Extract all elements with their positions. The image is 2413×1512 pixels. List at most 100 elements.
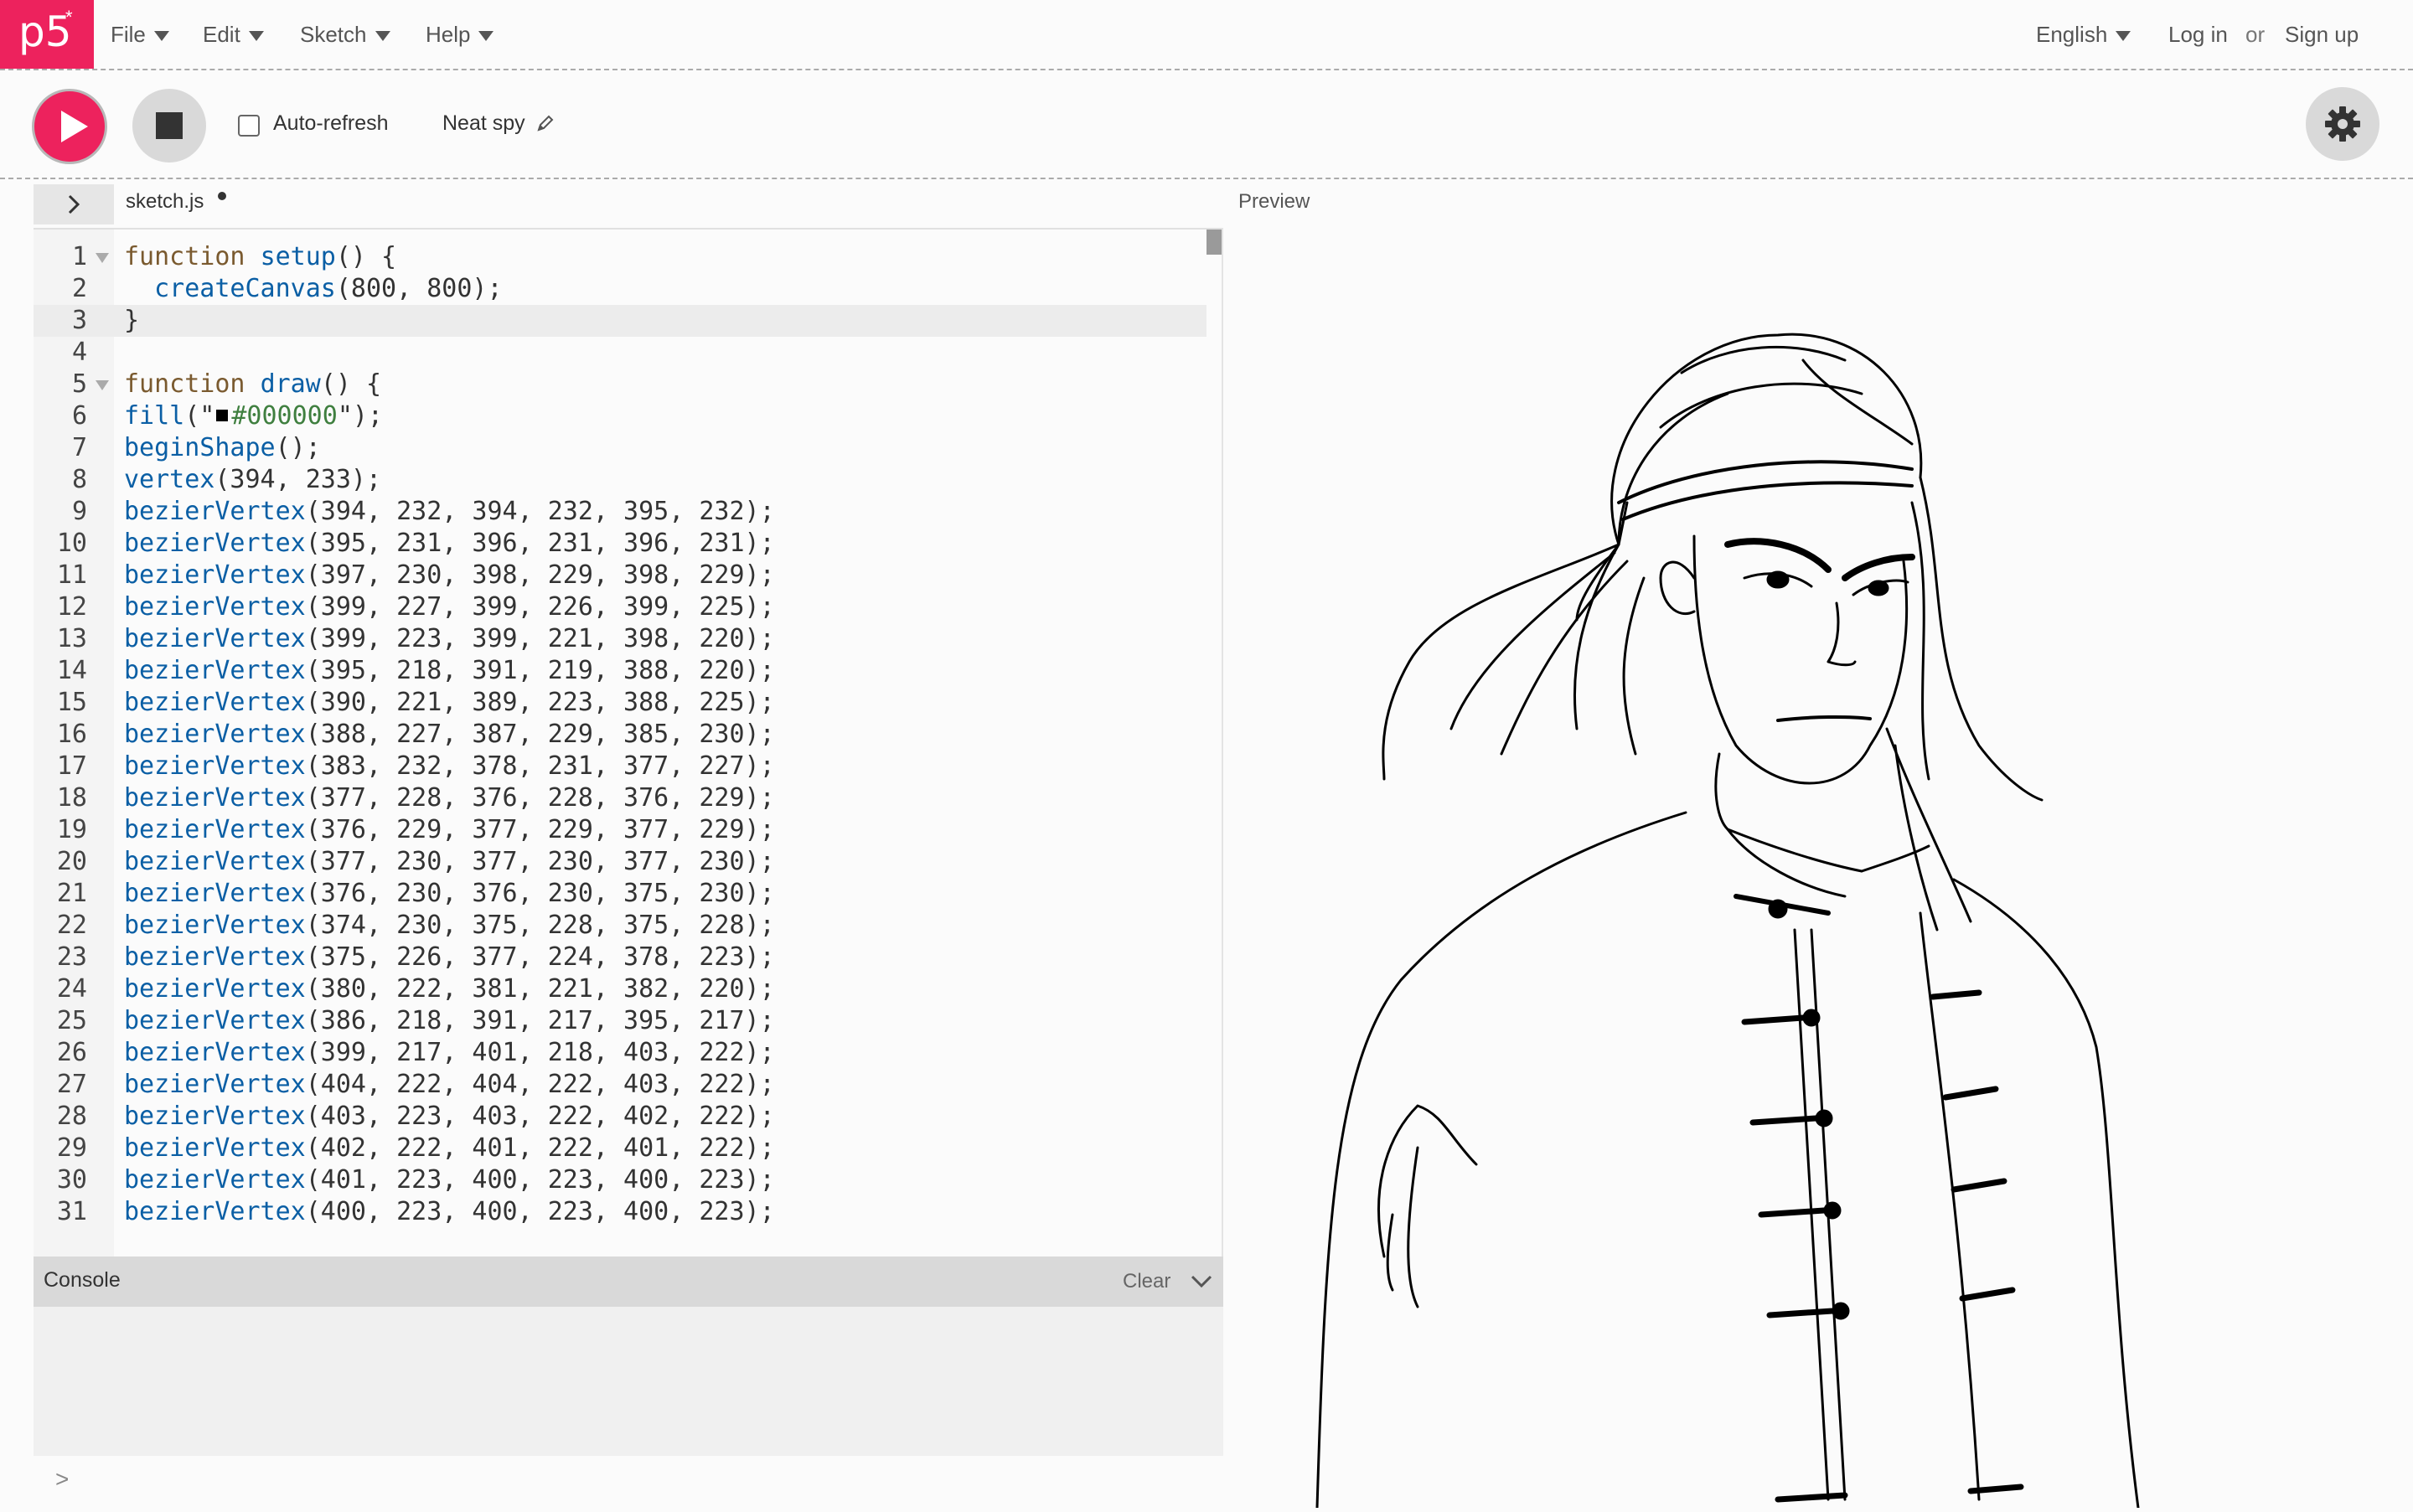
code-line[interactable]: 20 bezierVertex(377, 230, 377, 230, 377, … [34, 846, 1206, 878]
preview-canvas[interactable] [1225, 226, 2413, 1509]
line-number: 8 [71, 465, 87, 494]
line-number: 11 [56, 560, 87, 590]
code-line[interactable]: 14 bezierVertex(395, 218, 391, 219, 388, … [34, 655, 1206, 687]
code-line[interactable]: 16 bezierVertex(388, 227, 387, 229, 385, … [34, 719, 1206, 751]
line-number: 24 [56, 974, 87, 1004]
code-text: fill(" #000000"); [124, 401, 383, 431]
settings-button[interactable] [2306, 87, 2379, 161]
code-line[interactable]: 12 bezierVertex(399, 227, 399, 226, 399, … [34, 591, 1206, 623]
login-link[interactable]: Log in [2168, 0, 2228, 69]
code-line[interactable]: 11 bezierVertex(397, 230, 398, 229, 398, … [34, 560, 1206, 591]
code-text: function draw() { [124, 369, 382, 399]
code-line[interactable]: 30 bezierVertex(401, 223, 400, 223, 400, … [34, 1164, 1206, 1196]
line-number: 13 [56, 624, 87, 653]
line-number: 16 [56, 720, 87, 749]
code-line[interactable]: 2 createCanvas(800, 800); [34, 273, 1206, 305]
code-text: bezierVertex(402, 222, 401, 222, 401, 22… [124, 1133, 775, 1163]
code-line[interactable]: 1 function setup() { [34, 241, 1206, 273]
code-line[interactable]: 18 bezierVertex(377, 228, 376, 228, 376, … [34, 782, 1206, 814]
code-line[interactable]: 13 bezierVertex(399, 223, 399, 221, 398, … [34, 623, 1206, 655]
pencil-icon[interactable] [536, 114, 555, 132]
stop-icon [156, 112, 183, 139]
menu-file[interactable]: File [111, 0, 169, 69]
code-line[interactable]: 17 bezierVertex(383, 232, 378, 231, 377, … [34, 751, 1206, 782]
console-input[interactable]: > [34, 1456, 1223, 1508]
line-number: 30 [56, 1165, 87, 1195]
editor-scrollbar[interactable] [1206, 230, 1222, 255]
code-editor[interactable]: 1 function setup() {2 createCanvas(800, 8… [34, 228, 1223, 1257]
code-line[interactable]: 6 fill(" #000000"); [34, 400, 1206, 432]
p5-logo[interactable]: p5 * [0, 0, 94, 69]
code-line[interactable]: 9 bezierVertex(394, 232, 394, 232, 395, 2… [34, 496, 1206, 528]
chevron-right-icon [68, 194, 80, 214]
line-number: 22 [56, 911, 87, 940]
color-swatch-icon[interactable] [216, 409, 229, 421]
line-number: 21 [56, 879, 87, 908]
code-line[interactable]: 26 bezierVertex(399, 217, 401, 218, 403, … [34, 1037, 1206, 1069]
code-line[interactable]: 19 bezierVertex(376, 229, 377, 229, 377, … [34, 814, 1206, 846]
line-number: 26 [56, 1038, 87, 1067]
code-text: bezierVertex(395, 218, 391, 219, 388, 22… [124, 656, 775, 685]
console-output [34, 1307, 1223, 1456]
menu-sketch-label: Sketch [300, 21, 367, 47]
signup-link[interactable]: Sign up [2285, 0, 2359, 69]
file-tab-sketch-js[interactable]: sketch.js [126, 189, 204, 214]
menu-sketch[interactable]: Sketch [300, 0, 390, 69]
code-line[interactable]: 15 bezierVertex(390, 221, 389, 223, 388, … [34, 687, 1206, 719]
code-text: bezierVertex(395, 231, 396, 231, 396, 23… [124, 529, 775, 558]
code-text: bezierVertex(400, 223, 400, 223, 400, 22… [124, 1197, 775, 1226]
or-text: or [2245, 21, 2266, 47]
code-text: bezierVertex(377, 230, 377, 230, 377, 23… [124, 847, 775, 876]
code-line[interactable]: 24 bezierVertex(380, 222, 381, 221, 382, … [34, 973, 1206, 1005]
code-line[interactable]: 25 bezierVertex(386, 218, 391, 217, 395, … [34, 1005, 1206, 1037]
sidebar-toggle-button[interactable] [34, 184, 114, 224]
menu-edit[interactable]: Edit [203, 0, 264, 69]
console-title: Console [44, 1268, 121, 1292]
logo-star: * [65, 7, 73, 28]
code-line[interactable]: 29 bezierVertex(402, 222, 401, 222, 401, … [34, 1133, 1206, 1164]
unsaved-indicator [218, 192, 226, 200]
chevron-down-icon[interactable] [1190, 1272, 1213, 1292]
fold-arrow-icon[interactable] [96, 253, 109, 263]
line-number: 6 [71, 401, 87, 431]
gear-icon [2325, 106, 2360, 142]
code-text: bezierVertex(376, 229, 377, 229, 377, 22… [124, 815, 775, 844]
line-number: 18 [56, 783, 87, 813]
code-text: bezierVertex(380, 222, 381, 221, 382, 22… [124, 974, 775, 1004]
auto-refresh-label[interactable]: Auto-refresh [273, 111, 389, 136]
auto-refresh-checkbox[interactable] [238, 115, 260, 137]
code-line[interactable]: 28 bezierVertex(403, 223, 403, 222, 402, … [34, 1101, 1206, 1133]
code-line[interactable]: 27 bezierVertex(404, 222, 404, 222, 403, … [34, 1069, 1206, 1101]
chevron-down-icon [478, 31, 494, 41]
code-line[interactable]: 3} [34, 305, 1206, 337]
code-text: bezierVertex(376, 230, 376, 230, 375, 23… [124, 879, 775, 908]
language-menu[interactable]: English [2036, 0, 2131, 69]
code-line[interactable]: 8 vertex(394, 233); [34, 464, 1206, 496]
stop-button[interactable] [132, 89, 206, 163]
menu-help[interactable]: Help [426, 0, 494, 69]
code-line[interactable]: 31 bezierVertex(400, 223, 400, 223, 400, … [34, 1196, 1206, 1228]
code-text: bezierVertex(375, 226, 377, 224, 378, 22… [124, 942, 775, 972]
code-line[interactable]: 4 [34, 337, 1206, 369]
console-header: Console Clear [34, 1257, 1223, 1307]
code-line[interactable]: 10 bezierVertex(395, 231, 396, 231, 396, … [34, 528, 1206, 560]
code-text: bezierVertex(377, 228, 376, 228, 376, 22… [124, 783, 775, 813]
line-number: 19 [56, 815, 87, 844]
code-text: bezierVertex(399, 223, 399, 221, 398, 22… [124, 624, 775, 653]
line-number: 5 [71, 369, 87, 399]
line-number: 20 [56, 847, 87, 876]
console-clear-button[interactable]: Clear [1123, 1270, 1170, 1293]
code-text: createCanvas(800, 800); [154, 274, 503, 303]
fold-arrow-icon[interactable] [96, 380, 109, 390]
code-line[interactable]: 7 beginShape(); [34, 432, 1206, 464]
code-line[interactable]: 23 bezierVertex(375, 226, 377, 224, 378, … [34, 942, 1206, 973]
code-line[interactable]: 5 function draw() { [34, 369, 1206, 400]
play-icon [61, 111, 88, 142]
line-number: 14 [56, 656, 87, 685]
code-text: bezierVertex(374, 230, 375, 228, 375, 22… [124, 911, 775, 940]
code-line[interactable]: 21 bezierVertex(376, 230, 376, 230, 375, … [34, 878, 1206, 910]
code-line[interactable]: 22 bezierVertex(374, 230, 375, 228, 375, … [34, 910, 1206, 942]
chevron-down-icon [375, 31, 390, 41]
play-button[interactable] [32, 89, 107, 164]
sketch-name[interactable]: Neat spy [442, 111, 525, 136]
